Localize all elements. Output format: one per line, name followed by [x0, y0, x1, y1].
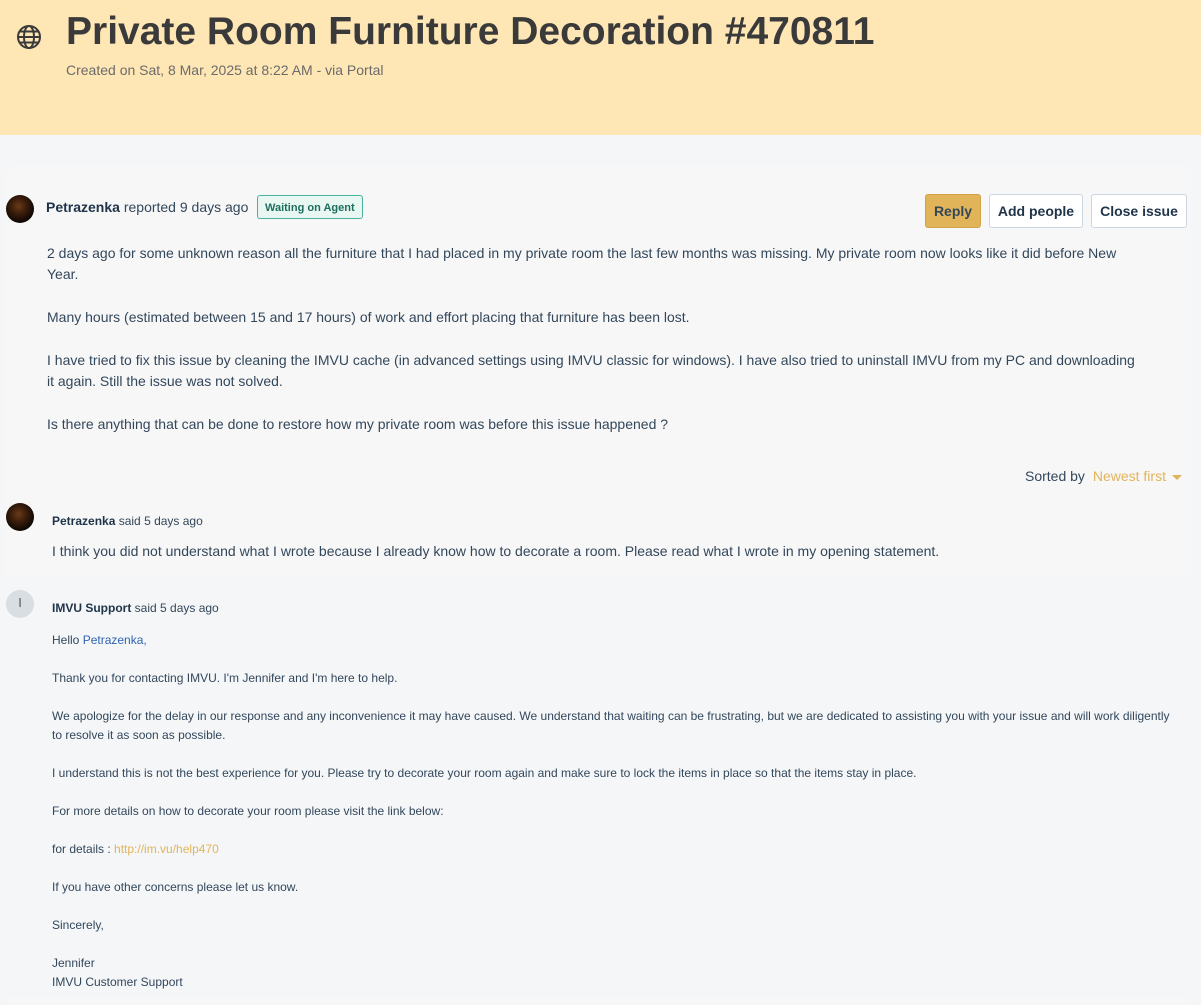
issue-paragraph: Many hours (estimated between 15 and 17 …: [47, 309, 690, 325]
ticket-created-info: Created on Sat, 8 Mar, 2025 at 8:22 AM -…: [66, 62, 384, 78]
signature-team: IMVU Customer Support: [52, 975, 183, 989]
reply-paragraph: We apologize for the delay in our respon…: [52, 709, 1170, 742]
reply-details: for details : http://im.vu/help470: [52, 840, 1177, 859]
sort-control[interactable]: Sorted by Newest first: [1025, 468, 1182, 484]
help-link[interactable]: http://im.vu/help470: [114, 842, 219, 856]
comment-time: said 5 days ago: [118, 514, 203, 528]
support-time: said 5 days ago: [134, 601, 219, 615]
comment-author[interactable]: Petrazenka: [52, 514, 115, 528]
reported-time: reported 9 days ago: [123, 199, 249, 215]
reporter-line: Petrazenka reported 9 days ago: [46, 199, 248, 215]
support-reply-body: Hello Petrazenka, Thank you for contacti…: [52, 631, 1177, 992]
comment-header: Petrazenka said 5 days ago: [52, 514, 203, 528]
reporter-avatar[interactable]: [6, 195, 34, 223]
greeting-prefix: Hello: [52, 633, 83, 647]
chevron-down-icon[interactable]: [1171, 474, 1182, 480]
support-reply-header: IMVU Support said 5 days ago: [52, 601, 219, 615]
add-people-button[interactable]: Add people: [989, 194, 1083, 228]
commenter-avatar[interactable]: [6, 503, 34, 531]
status-badge: Waiting on Agent: [257, 195, 363, 219]
mention-link[interactable]: Petrazenka: [83, 633, 144, 647]
reply-paragraph: Thank you for contacting IMVU. I'm Jenni…: [52, 671, 398, 685]
support-author[interactable]: IMVU Support: [52, 601, 131, 615]
support-avatar[interactable]: I: [6, 590, 34, 618]
page-title: Private Room Furniture Decoration #47081…: [66, 10, 875, 53]
greeting-suffix: ,: [143, 633, 147, 647]
details-label: for details :: [52, 842, 115, 856]
globe-icon: [17, 25, 41, 49]
reply-paragraph: I understand this is not the best experi…: [52, 766, 917, 780]
sort-label: Sorted by: [1025, 468, 1085, 484]
ticket-header: Private Room Furniture Decoration #47081…: [0, 0, 1201, 135]
reply-greeting: Hello Petrazenka,: [52, 631, 1177, 650]
reporter-name[interactable]: Petrazenka: [46, 199, 120, 215]
signature-name: Jennifer: [52, 956, 95, 970]
close-issue-button[interactable]: Close issue: [1091, 194, 1187, 228]
comment-body: I think you did not understand what I wr…: [52, 543, 940, 559]
reply-paragraph: For more details on how to decorate your…: [52, 804, 444, 818]
reply-signoff: Sincerely,: [52, 918, 104, 932]
issue-paragraph: I have tried to fix this issue by cleani…: [47, 352, 1135, 389]
issue-description: 2 days ago for some unknown reason all t…: [47, 243, 1137, 457]
issue-paragraph: 2 days ago for some unknown reason all t…: [47, 245, 1117, 282]
reply-closing: If you have other concerns please let us…: [52, 880, 299, 894]
sort-dropdown[interactable]: Newest first: [1093, 468, 1166, 484]
issue-paragraph: Is there anything that can be done to re…: [47, 416, 669, 432]
reply-button[interactable]: Reply: [925, 194, 981, 228]
